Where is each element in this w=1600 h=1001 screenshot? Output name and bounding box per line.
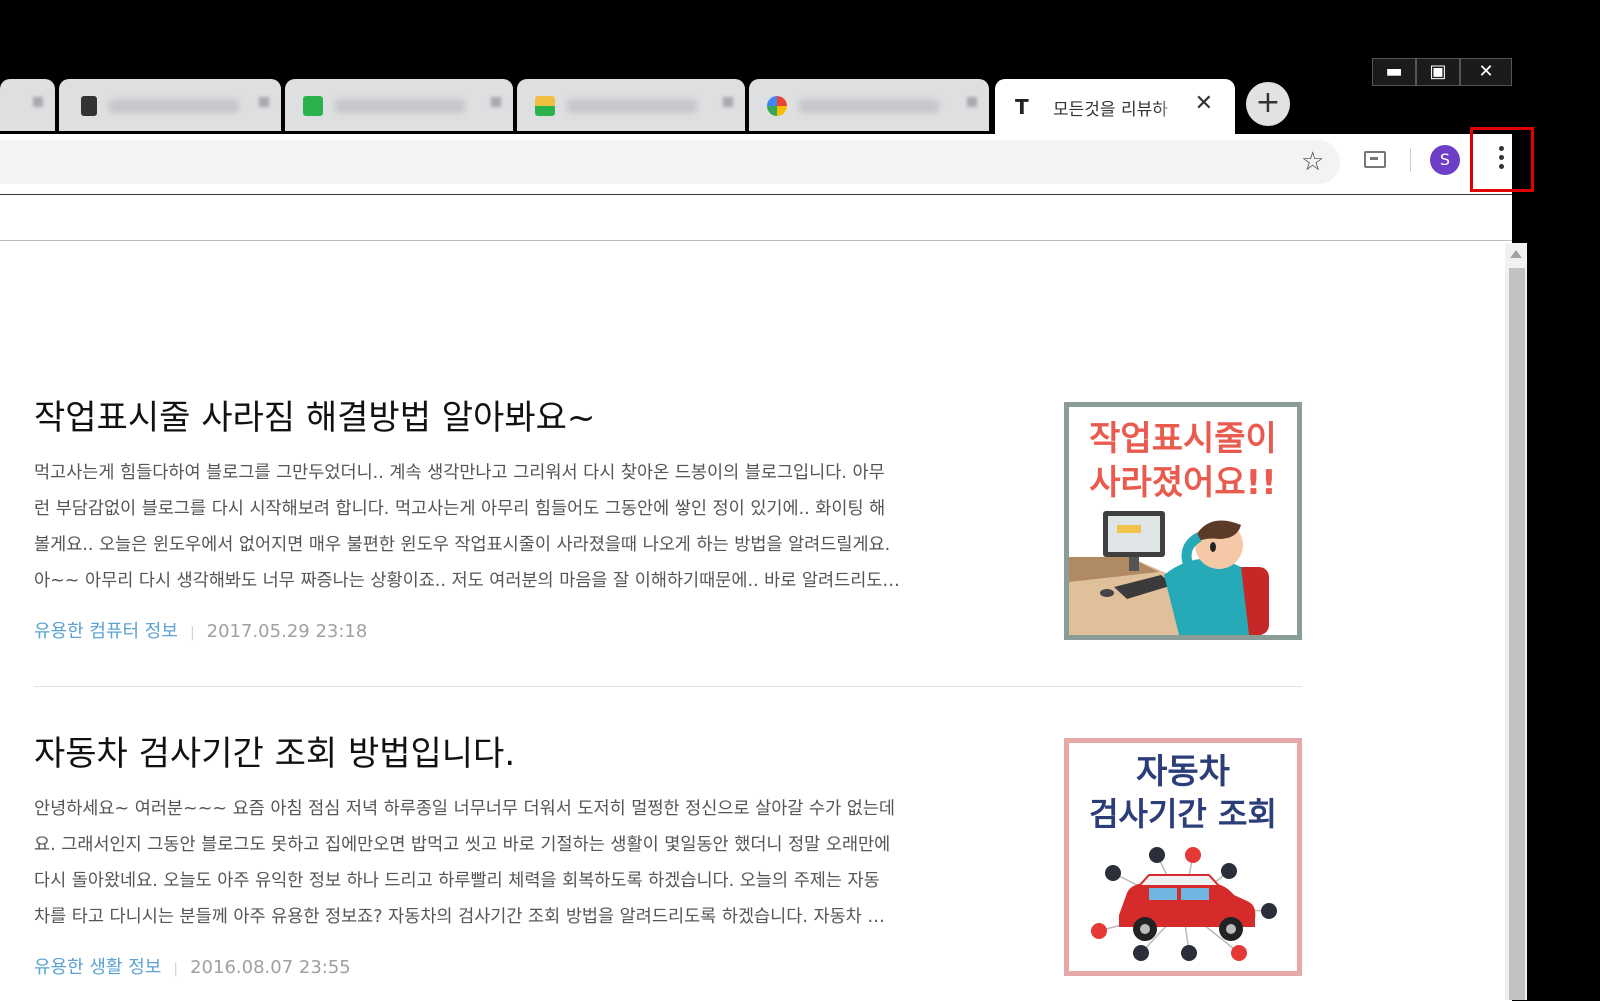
address-bar[interactable] — [0, 140, 1340, 184]
taskbar-illustration — [1069, 511, 1269, 635]
tab-favicon-icon — [767, 96, 787, 116]
car-illustration — [1091, 847, 1277, 961]
post-meta: 유용한 생활 정보 | 2016.08.07 23:55 — [34, 953, 351, 979]
toolbar-divider — [1410, 148, 1411, 172]
tab-active[interactable]: T 모든것을 리뷰하 ✕ — [995, 79, 1235, 134]
tab-title-blur — [335, 99, 465, 113]
close-window-button[interactable]: ✕ — [1460, 58, 1512, 86]
page-header-divider — [0, 240, 1512, 241]
post-divider — [34, 686, 1302, 687]
tab-blurred[interactable] — [0, 79, 55, 131]
post-thumbnail[interactable]: 작업표시줄이 사라졌어요!! — [1064, 402, 1302, 640]
post-thumbnail[interactable]: 자동차 검사기간 조회 — [1064, 738, 1302, 976]
tab-close-icon[interactable] — [723, 97, 733, 107]
tab-blurred[interactable] — [59, 79, 281, 131]
post-excerpt-line[interactable]: 안녕하세요~ 여러분~~~ 요즘 아침 점심 저녁 하루종일 너무너무 더워서 … — [34, 795, 1024, 820]
scroll-up-arrow-icon[interactable] — [1510, 250, 1522, 258]
tab-close-icon[interactable] — [491, 97, 501, 107]
meta-separator: | — [189, 625, 195, 641]
post-excerpt-line[interactable]: 요. 그래서인지 그동안 블로그도 못하고 집에만오면 밥먹고 씻고 바로 기절… — [34, 831, 1024, 856]
post-excerpt-line[interactable]: 아~~ 아무리 다시 생각해봐도 너무 짜증나는 상황이죠.. 저도 여러분의 … — [34, 567, 1024, 592]
meta-separator: | — [173, 961, 179, 977]
post-title[interactable]: 자동차 검사기간 조회 방법입니다. — [34, 726, 515, 775]
cast-icon[interactable] — [1364, 151, 1386, 168]
tab-blurred[interactable] — [749, 79, 989, 131]
post-excerpt-line[interactable]: 다시 돌아왔네요. 오늘도 아주 유익한 정보 하나 드리고 하루빨리 체력을 … — [34, 867, 1024, 892]
post-meta: 유용한 컴퓨터 정보 | 2017.05.29 23:18 — [34, 617, 367, 643]
tab-title-blur — [567, 99, 697, 113]
new-tab-button[interactable]: + — [1246, 82, 1290, 126]
tab-title-blur — [109, 99, 239, 113]
scrollbar-thumb[interactable] — [1509, 268, 1525, 1000]
tab-close-icon[interactable] — [967, 97, 977, 107]
tab-close-icon[interactable] — [33, 97, 43, 107]
tab-favicon-icon — [81, 96, 97, 116]
tab-blurred[interactable] — [285, 79, 513, 131]
tab-title: 모든것을 리뷰하 — [1053, 100, 1168, 120]
post-title[interactable]: 작업표시줄 사라짐 해결방법 알아봐요~ — [34, 390, 595, 439]
browser-menu-button[interactable] — [1470, 127, 1534, 192]
maximize-button[interactable]: ▣ — [1416, 58, 1460, 86]
tab-blurred[interactable] — [517, 79, 745, 131]
tistory-favicon-icon: T — [1015, 95, 1029, 119]
more-vert-icon — [1499, 146, 1505, 173]
post-excerpt-line[interactable]: 차를 타고 다니시는 분들께 아주 유용한 정보죠? 자동차의 검사기간 조회 … — [34, 903, 1024, 928]
post-date: 2016.08.07 23:55 — [190, 957, 351, 978]
post-category-link[interactable]: 유용한 컴퓨터 정보 — [34, 621, 178, 642]
bookmark-star-icon[interactable]: ☆ — [1301, 147, 1324, 177]
tab-title-blur — [799, 99, 939, 113]
post-excerpt-line[interactable]: 런 부담감없이 블로그를 다시 시작해보려 합니다. 먹고사는게 아무리 힘들어… — [34, 495, 1024, 520]
minimize-button[interactable]: ▬ — [1372, 58, 1416, 86]
post-date: 2017.05.29 23:18 — [206, 621, 368, 642]
tab-close-icon[interactable] — [259, 97, 269, 107]
post-excerpt-line[interactable]: 먹고사는게 힘들다하여 블로그를 그만두었더니.. 계속 생각만나고 그리워서 … — [34, 459, 1024, 484]
tab-favicon-icon — [303, 96, 323, 116]
post-excerpt-line[interactable]: 볼게요.. 오늘은 윈도우에서 없어지면 매우 불편한 윈도우 작업표시줄이 사… — [34, 531, 1024, 556]
tab-favicon-icon — [535, 96, 555, 116]
profile-avatar[interactable]: S — [1430, 145, 1460, 175]
tab-close-icon[interactable]: ✕ — [1195, 91, 1213, 116]
post-category-link[interactable]: 유용한 생활 정보 — [34, 957, 161, 978]
